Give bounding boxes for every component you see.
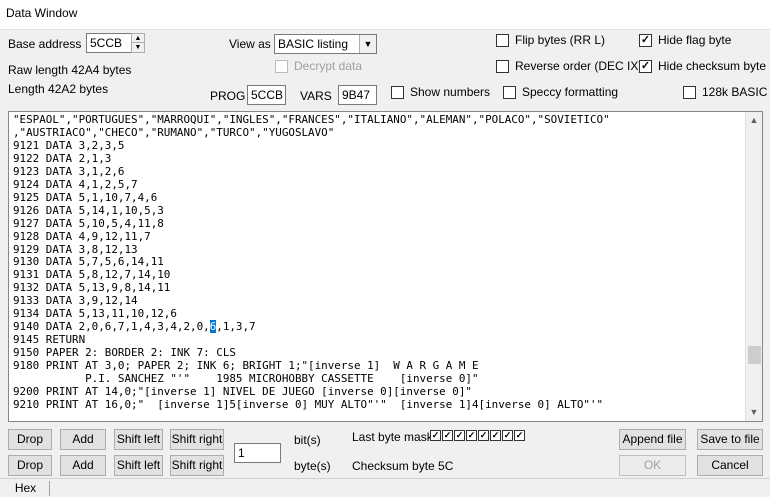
length-text: Length 42A2 bytes bbox=[8, 82, 109, 96]
drop-bits-button[interactable]: Drop bbox=[8, 429, 52, 450]
bits-label: bit(s) bbox=[294, 433, 321, 447]
listing-line[interactable]: 9127 DATA 5,10,5,4,11,8 bbox=[13, 217, 610, 231]
listing-line[interactable]: 9126 DATA 5,14,1,10,5,3 bbox=[13, 204, 610, 218]
cancel-button[interactable]: Cancel bbox=[697, 455, 763, 476]
title-bar: Data Window bbox=[0, 0, 770, 30]
checkmark-icon[interactable]: ✓ bbox=[639, 33, 652, 47]
listing-line[interactable]: 9124 DATA 4,1,2,5,7 bbox=[13, 178, 610, 192]
shift-right-bytes-button[interactable]: Shift right bbox=[170, 455, 224, 476]
listing-line-selected[interactable]: 9140 DATA 2,0,6,7,1,4,3,4,2,0,6,1,3,7 bbox=[13, 320, 610, 334]
basic-128k-checkbox[interactable]: 128k BASIC bbox=[683, 85, 767, 99]
checkbox-box[interactable] bbox=[391, 85, 404, 99]
shift-left-bytes-button[interactable]: Shift left bbox=[114, 455, 163, 476]
checkmark-icon[interactable]: ✓ bbox=[514, 430, 525, 441]
shift-amount-input[interactable]: 1 bbox=[234, 443, 281, 463]
shift-right-bits-button[interactable]: Shift right bbox=[170, 429, 224, 450]
show-numbers-checkbox[interactable]: Show numbers bbox=[391, 85, 490, 99]
flip-bytes-checkbox[interactable]: Flip bytes (RR L) bbox=[496, 33, 605, 47]
bytes-label: byte(s) bbox=[294, 459, 331, 473]
listing-line[interactable]: 9128 DATA 4,9,12,11,7 bbox=[13, 230, 610, 244]
scrollbar-thumb[interactable] bbox=[748, 346, 761, 364]
spin-down-icon[interactable]: ▼ bbox=[132, 43, 144, 52]
listing-text-segment[interactable]: ,1,3,7 bbox=[216, 320, 255, 333]
prog-input[interactable]: 5CCB bbox=[247, 85, 286, 105]
add-bytes-button[interactable]: Add bbox=[60, 455, 106, 476]
vars-input[interactable]: 9B47 bbox=[338, 85, 377, 105]
checkmark-icon[interactable]: ✓ bbox=[478, 430, 489, 441]
basic-128k-label: 128k BASIC bbox=[702, 85, 768, 99]
scroll-up-icon[interactable]: ▲ bbox=[746, 112, 762, 129]
listing-line[interactable]: 9210 PRINT AT 16,0;" [inverse 1]5[invers… bbox=[13, 398, 610, 412]
base-address-spinner[interactable]: ▲ ▼ bbox=[131, 33, 145, 53]
spin-up-icon[interactable]: ▲ bbox=[132, 34, 144, 43]
listing-text[interactable]: "ESPAOL","PORTUGUES","MARROQUI","INGLES"… bbox=[13, 113, 610, 412]
prog-label: PROG bbox=[210, 89, 246, 103]
listing-line[interactable]: 9122 DATA 2,1,3 bbox=[13, 152, 610, 166]
checkmark-icon[interactable]: ✓ bbox=[502, 430, 513, 441]
window-title: Data Window bbox=[6, 6, 78, 20]
checkmark-icon[interactable]: ✓ bbox=[639, 59, 652, 73]
shift-left-bits-button[interactable]: Shift left bbox=[114, 429, 163, 450]
add-bits-button[interactable]: Add bbox=[60, 429, 106, 450]
vertical-scrollbar[interactable]: ▲ ▼ bbox=[745, 112, 762, 421]
view-as-select[interactable]: BASIC listing ▼ bbox=[274, 34, 377, 54]
listing-text-segment[interactable]: 9140 DATA 2,0,6,7,1,4,3,4,2,0, bbox=[13, 320, 210, 333]
listing-line[interactable]: 9125 DATA 5,1,10,7,4,6 bbox=[13, 191, 610, 205]
hide-flag-byte-checkbox[interactable]: ✓ Hide flag byte bbox=[639, 33, 731, 47]
base-address-input[interactable]: 5CCB bbox=[86, 33, 132, 53]
checkbox-box[interactable] bbox=[503, 85, 516, 99]
decrypt-data-label: Decrypt data bbox=[294, 59, 363, 73]
listing-line[interactable]: ,"AUSTRIACO","CHECO","RUMANO","TURCO","Y… bbox=[13, 126, 610, 140]
raw-length-text: Raw length 42A4 bytes bbox=[8, 63, 132, 77]
speccy-formatting-label: Speccy formatting bbox=[522, 85, 619, 99]
listing-line[interactable]: "ESPAOL","PORTUGUES","MARROQUI","INGLES"… bbox=[13, 113, 610, 127]
checksum-text: Checksum byte 5C bbox=[352, 459, 454, 473]
last-byte-mask[interactable]: ✓ ✓ ✓ ✓ ✓ ✓ ✓ ✓ bbox=[430, 430, 526, 441]
flip-bytes-label: Flip bytes (RR L) bbox=[515, 33, 606, 47]
reverse-order-checkbox[interactable]: Reverse order (DEC IX) bbox=[496, 59, 642, 73]
save-to-file-button[interactable]: Save to file bbox=[697, 429, 763, 450]
checkbox-box[interactable] bbox=[683, 85, 696, 99]
show-numbers-label: Show numbers bbox=[410, 85, 491, 99]
drop-bytes-button[interactable]: Drop bbox=[8, 455, 52, 476]
reverse-order-label: Reverse order (DEC IX) bbox=[515, 59, 643, 73]
listing-line[interactable]: 9123 DATA 3,1,2,6 bbox=[13, 165, 610, 179]
checkmark-icon[interactable]: ✓ bbox=[466, 430, 477, 441]
checkmark-icon[interactable]: ✓ bbox=[454, 430, 465, 441]
hide-flag-byte-label: Hide flag byte bbox=[658, 33, 732, 47]
ok-button[interactable]: OK bbox=[619, 455, 686, 476]
view-as-value: BASIC listing bbox=[278, 37, 349, 51]
hide-checksum-byte-checkbox[interactable]: ✓ Hide checksum byte bbox=[639, 59, 766, 73]
scroll-down-icon[interactable]: ▼ bbox=[746, 404, 762, 421]
listing-line[interactable]: 9121 DATA 3,2,3,5 bbox=[13, 139, 610, 153]
checkmark-icon[interactable]: ✓ bbox=[490, 430, 501, 441]
checkbox-box[interactable] bbox=[496, 59, 509, 73]
view-as-label: View as bbox=[229, 37, 271, 51]
hide-checksum-byte-label: Hide checksum byte bbox=[658, 59, 767, 73]
checkbox-box[interactable] bbox=[275, 59, 288, 73]
speccy-formatting-checkbox[interactable]: Speccy formatting bbox=[503, 85, 618, 99]
decrypt-data-checkbox[interactable]: Decrypt data bbox=[275, 59, 362, 73]
status-hex: Hex bbox=[2, 481, 50, 496]
status-bar: Hex bbox=[0, 478, 770, 497]
checkbox-box[interactable] bbox=[496, 33, 509, 47]
append-file-button[interactable]: Append file bbox=[619, 429, 686, 450]
chevron-down-icon[interactable]: ▼ bbox=[359, 35, 376, 53]
base-address-label: Base address bbox=[8, 37, 82, 51]
basic-listing[interactable]: "ESPAOL","PORTUGUES","MARROQUI","INGLES"… bbox=[8, 111, 763, 422]
checkmark-icon[interactable]: ✓ bbox=[442, 430, 453, 441]
last-byte-mask-label: Last byte mask bbox=[352, 430, 433, 444]
checkmark-icon[interactable]: ✓ bbox=[430, 430, 441, 441]
vars-label: VARS bbox=[300, 89, 332, 103]
